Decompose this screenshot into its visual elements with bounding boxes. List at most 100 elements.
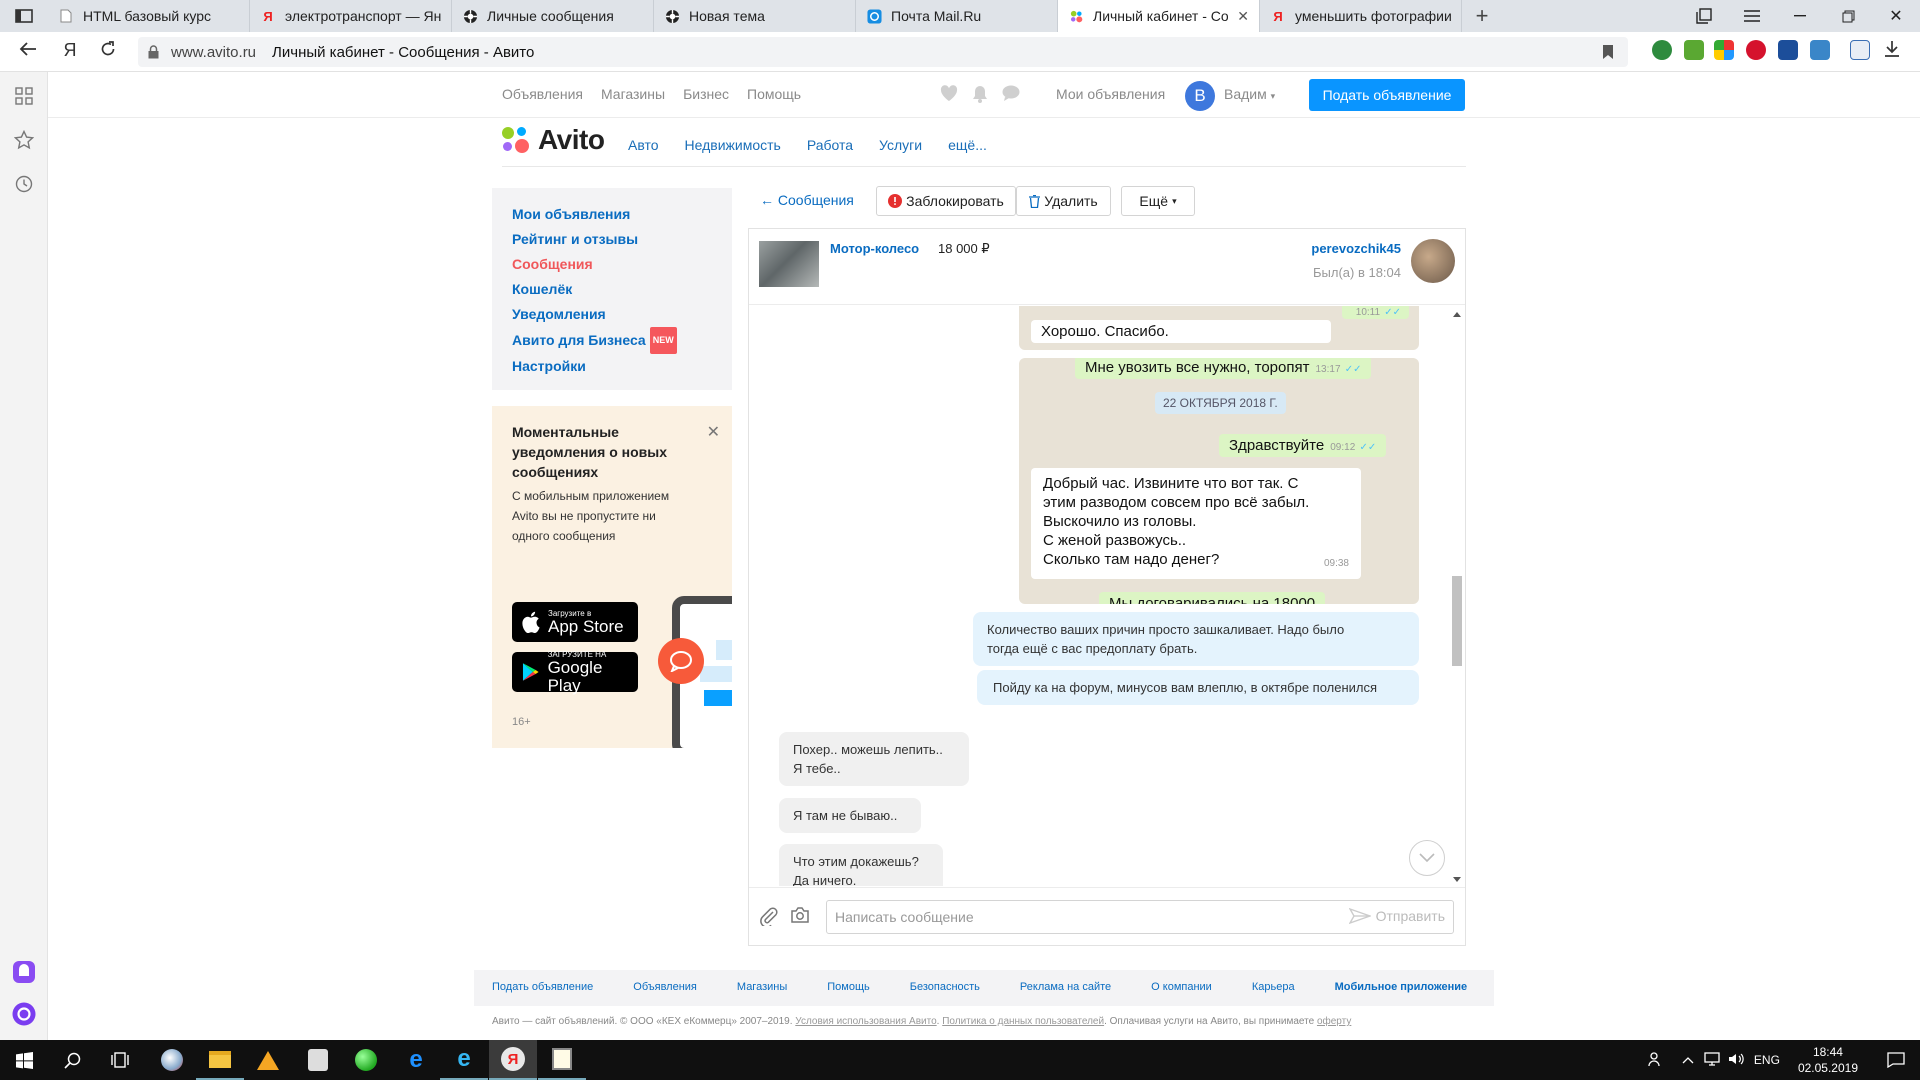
people-icon[interactable] <box>1648 1051 1664 1070</box>
extension-shield-icon[interactable] <box>1652 40 1672 60</box>
category-more[interactable]: ещё... <box>948 137 987 153</box>
close-icon[interactable]: ✕ <box>1237 8 1249 25</box>
taskbar-app-ie[interactable]: e <box>440 1040 488 1080</box>
attach-paperclip-icon[interactable] <box>759 906 779 926</box>
task-view-button[interactable] <box>96 1040 144 1080</box>
browser-tab-1[interactable]: HTML базовый курс <box>48 0 250 32</box>
taskbar-app-edge[interactable]: e <box>392 1040 440 1080</box>
browser-tab-3[interactable]: Личные сообщения <box>452 0 654 32</box>
taskbar-app-yandex-browser[interactable]: Я <box>489 1040 537 1080</box>
close-window-button[interactable]: ✕ <box>1872 0 1920 32</box>
delete-button[interactable]: Удалить <box>1016 186 1111 216</box>
history-clock-icon[interactable] <box>12 172 36 196</box>
feed-scrollbar[interactable] <box>1449 306 1465 886</box>
minimize-button[interactable] <box>1776 0 1824 32</box>
browser-tab-7[interactable]: Я уменьшить фотографии в <box>1260 0 1462 32</box>
post-ad-button[interactable]: Подать объявление <box>1309 79 1465 111</box>
omnibox[interactable]: www.avito.ru Личный кабинет - Сообщения … <box>138 37 1628 67</box>
send-button[interactable]: Отправить <box>1348 908 1445 924</box>
peer-name-link[interactable]: perevozchik45 <box>1311 241 1401 256</box>
top-nav-ads[interactable]: Объявления <box>502 86 583 102</box>
item-title-link[interactable]: Мотор-колесо <box>830 241 919 256</box>
messenger-icon[interactable] <box>12 960 36 984</box>
taskbar-app-paint[interactable] <box>148 1040 196 1080</box>
taskbar-app-aimp[interactable] <box>244 1040 292 1080</box>
google-play-button[interactable]: ЗАГРУЗИТЕ НА Google Play <box>512 650 638 694</box>
yandex-home-button[interactable]: Я <box>50 40 90 61</box>
footer-link-safety[interactable]: Безопасность <box>910 981 980 993</box>
user-menu[interactable]: Вадим ▾ <box>1224 86 1275 102</box>
sidebar-item-my-ads[interactable]: Мои объявления <box>512 202 712 227</box>
volume-icon[interactable] <box>1728 1052 1744 1069</box>
windows-start-button[interactable] <box>0 1040 48 1080</box>
top-nav-business[interactable]: Бизнес <box>683 86 729 102</box>
input-language[interactable]: ENG <box>1754 1053 1780 1067</box>
scroll-down-arrow-icon[interactable] <box>1453 877 1461 882</box>
taskbar-app-media[interactable] <box>294 1040 342 1080</box>
more-actions-button[interactable]: Ещё ▾ <box>1121 186 1195 216</box>
category-auto[interactable]: Авто <box>628 137 659 153</box>
message-photo[interactable]: 10:11 ✓✓ Хорошо. Спасибо. <box>1019 306 1419 350</box>
reload-button[interactable] <box>88 41 128 62</box>
extension-grid-icon[interactable] <box>1714 40 1734 60</box>
offer-link[interactable]: оферту <box>1317 1016 1351 1027</box>
taskbar-app-notepad[interactable] <box>538 1040 586 1080</box>
browser-tab-4[interactable]: Новая тема <box>654 0 856 32</box>
top-nav-help[interactable]: Помощь <box>747 86 801 102</box>
footer-link-ads[interactable]: Объявления <box>633 981 697 993</box>
menu-button[interactable] <box>1728 0 1776 32</box>
star-icon[interactable] <box>12 128 36 152</box>
extension-calendar-icon[interactable] <box>1778 40 1798 60</box>
bookmark-icon[interactable] <box>1602 44 1614 60</box>
app-store-button[interactable]: Загрузите в App Store <box>512 602 638 642</box>
system-clock[interactable]: 18:44 02.05.2019 <box>1784 1044 1872 1076</box>
peer-avatar[interactable] <box>1411 239 1455 283</box>
browser-tab-5[interactable]: Почта Mail.Ru <box>856 0 1058 32</box>
camera-icon[interactable] <box>791 907 809 923</box>
footer-link-careers[interactable]: Карьера <box>1252 981 1295 993</box>
sidebar-item-rating[interactable]: Рейтинг и отзывы <box>512 227 712 252</box>
search-button[interactable] <box>48 1040 96 1080</box>
top-nav-shops[interactable]: Магазины <box>601 86 665 102</box>
footer-link-shops[interactable]: Магазины <box>737 981 787 993</box>
taskbar-app-globe[interactable] <box>342 1040 390 1080</box>
sidebar-item-wallet[interactable]: Кошелёк <box>512 277 712 302</box>
alice-assistant-icon[interactable] <box>12 1002 36 1026</box>
footer-link-help[interactable]: Помощь <box>827 981 870 993</box>
extension-badge-icon[interactable] <box>1810 40 1830 60</box>
apps-grid-icon[interactable] <box>12 84 36 108</box>
extension-block-icon[interactable] <box>1746 40 1766 60</box>
download-icon[interactable] <box>1884 40 1904 60</box>
network-icon[interactable] <box>1704 1051 1720 1069</box>
sidebar-toggle-button[interactable] <box>0 0 48 32</box>
footer-link-advertising[interactable]: Реклама на сайте <box>1020 981 1111 993</box>
notifications-bell-icon[interactable] <box>972 85 988 103</box>
outgoing-message[interactable]: Количество ваших причин просто зашкалива… <box>973 612 1419 666</box>
notification-center-icon[interactable] <box>1872 1052 1920 1068</box>
scroll-up-arrow-icon[interactable] <box>1453 312 1461 317</box>
sidebar-item-business[interactable]: Авито для Бизнеса NEW <box>512 327 712 354</box>
block-button[interactable]: Заблокировать <box>876 186 1016 216</box>
avatar[interactable]: В <box>1185 81 1215 111</box>
message-photo[interactable]: Мне увозить все нужно, торопят 13:17 ✓✓ 2… <box>1019 358 1419 604</box>
item-thumbnail[interactable] <box>759 241 819 287</box>
close-icon[interactable]: ✕ <box>707 422 720 442</box>
incoming-message[interactable]: Что этим докажешь? Да ничего. <box>779 844 943 886</box>
scrollbar-thumb[interactable] <box>1452 576 1462 666</box>
footer-link-post-ad[interactable]: Подать объявление <box>492 981 593 993</box>
back-to-messages-link[interactable]: ← Сообщения <box>760 192 854 208</box>
new-tab-button[interactable]: + <box>1462 0 1502 32</box>
category-realty[interactable]: Недвижимость <box>685 137 781 153</box>
messages-chat-icon[interactable] <box>1002 85 1020 101</box>
footer-link-about[interactable]: О компании <box>1151 981 1212 993</box>
outgoing-message[interactable]: Пойду ка на форум, минусов вам влеплю, в… <box>977 670 1419 705</box>
extension-image-icon[interactable] <box>1850 40 1870 60</box>
taskbar-app-explorer[interactable] <box>196 1040 244 1080</box>
restore-button[interactable] <box>1824 0 1872 32</box>
incoming-message[interactable]: Похер.. можешь лепить.. Я тебе.. <box>779 732 969 786</box>
tabs-overview-button[interactable] <box>1680 0 1728 32</box>
browser-tab-6[interactable]: Личный кабинет - Сооб ✕ <box>1058 0 1260 32</box>
incoming-message[interactable]: Я там не бываю.. <box>779 798 921 833</box>
terms-link[interactable]: Условия использования Авито <box>795 1016 936 1027</box>
sidebar-item-notifications[interactable]: Уведомления <box>512 302 712 327</box>
